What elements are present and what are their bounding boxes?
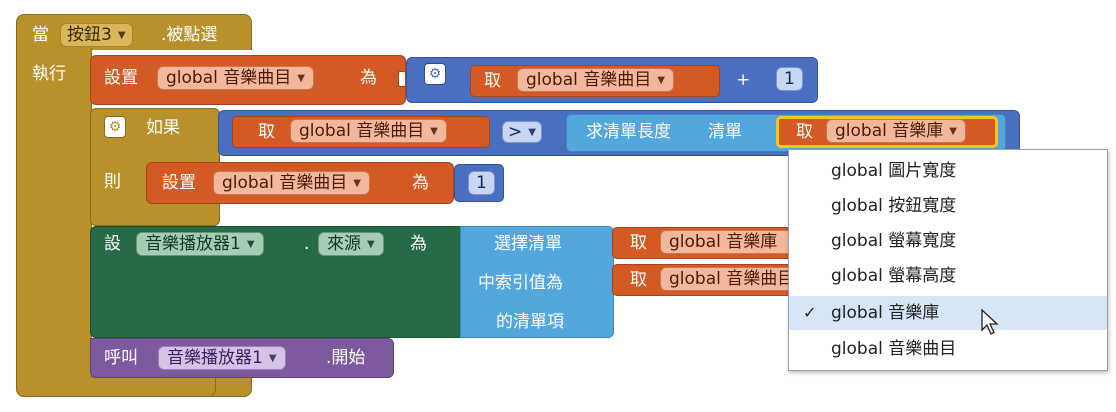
compare-operator-label: >	[508, 122, 523, 142]
gear-icon[interactable]: ⚙	[424, 63, 446, 85]
set-index-variable-label: global 音樂曲目	[166, 68, 292, 88]
get-list-variable-label: global 音樂庫	[835, 121, 944, 141]
event-body-left	[16, 48, 92, 378]
set-source-property-label: 來源	[327, 234, 361, 254]
set-source-dot-label: .	[304, 234, 310, 254]
set-index-variable-dropdown[interactable]: global 音樂曲目 ▼	[157, 66, 314, 90]
compare-variable-dropdown[interactable]: global 音樂曲目 ▼	[290, 119, 447, 143]
chevron-down-icon: ▼	[528, 127, 536, 138]
select-list-get-label: 取	[630, 233, 647, 253]
select-list-variable-label: global 音樂庫	[669, 232, 778, 252]
get-index-variable-dropdown[interactable]: global 音樂曲目 ▼	[517, 68, 674, 92]
call-label: 呼叫	[104, 348, 138, 368]
event-component-dropdown[interactable]: 按鈕3 ▼	[60, 23, 133, 47]
event-component-label: 按鈕3	[67, 25, 112, 45]
set-source-component-label: 音樂播放器1	[145, 234, 241, 254]
reset-to-label: 為	[412, 173, 429, 193]
dropdown-item[interactable]: global 螢幕寬度	[789, 224, 1107, 258]
select-line-2: 中索引值為	[478, 273, 563, 293]
list-length-label: 求清單長度	[586, 122, 671, 142]
chevron-down-icon: ▼	[367, 239, 375, 250]
dropdown-item-selected[interactable]: ✓ global 音樂庫	[789, 296, 1107, 330]
call-component-label: 音樂播放器1	[167, 348, 263, 368]
get-index-variable-label: global 音樂曲目	[526, 70, 652, 90]
dropdown-item[interactable]: global 圖片寬度	[789, 154, 1107, 188]
dropdown-item[interactable]: global 按鈕寬度	[789, 189, 1107, 223]
chevron-down-icon: ▼	[297, 73, 305, 84]
event-when-label: 當	[32, 25, 49, 45]
call-method-label: .開始	[326, 348, 366, 368]
reset-number-field[interactable]: 1	[468, 171, 495, 195]
list-list-label: 清單	[708, 122, 742, 142]
select-line-3: 的清單項	[496, 312, 564, 332]
dropdown-item[interactable]: global 螢幕高度	[789, 259, 1107, 293]
chevron-down-icon: ▼	[657, 75, 665, 86]
compare-variable-label: global 音樂曲目	[299, 121, 425, 141]
chevron-down-icon: ▼	[353, 178, 361, 189]
set-source-property-dropdown[interactable]: 來源 ▼	[318, 232, 384, 256]
then-label: 則	[104, 172, 121, 192]
reset-variable-label: global 音樂曲目	[222, 173, 348, 193]
compare-get-label: 取	[258, 122, 275, 142]
chevron-down-icon: ▼	[949, 126, 957, 137]
select-index-variable-dropdown[interactable]: global 音樂曲目	[660, 267, 790, 291]
select-index-get-label: 取	[630, 270, 647, 290]
reset-variable-dropdown[interactable]: global 音樂曲目 ▼	[213, 171, 370, 195]
get-list-get-label: 取	[796, 122, 813, 142]
set-source-set-label: 設	[104, 234, 121, 254]
call-component-dropdown[interactable]: 音樂播放器1 ▼	[158, 346, 286, 370]
chevron-down-icon: ▼	[268, 353, 277, 364]
reset-set-label: 設置	[162, 173, 196, 193]
chevron-down-icon: ▼	[430, 126, 438, 137]
checkmark-icon: ✓	[803, 303, 817, 322]
dropdown-item[interactable]: global 音樂曲目	[789, 332, 1107, 366]
select-line-1: 選擇清單	[494, 234, 562, 254]
chevron-down-icon: ▼	[117, 30, 126, 41]
chevron-down-icon: ▼	[246, 239, 255, 250]
select-list-variable-dropdown[interactable]: global 音樂庫	[660, 230, 790, 254]
get-list-variable-dropdown[interactable]: global 音樂庫 ▼	[826, 119, 966, 143]
variable-dropdown-menu: global 圖片寬度 global 按鈕寬度 global 螢幕寬度 glob…	[788, 149, 1108, 371]
socket-connector	[398, 71, 406, 87]
mouse-pointer-icon	[981, 308, 999, 335]
math-number-field[interactable]: 1	[776, 67, 803, 91]
get-index-get-label: 取	[484, 71, 501, 91]
set-index-set-label: 設置	[104, 68, 138, 88]
event-do-label: 執行	[32, 64, 66, 84]
select-index-variable-label: global 音樂曲目	[669, 269, 790, 289]
set-index-to-label: 為	[360, 68, 377, 88]
gear-icon[interactable]: ⚙	[104, 116, 126, 138]
compare-operator-dropdown[interactable]: > ▼	[502, 121, 542, 143]
set-source-to-label: 為	[410, 234, 427, 254]
if-label: 如果	[146, 118, 180, 138]
math-operator-label: +	[736, 70, 751, 90]
set-source-component-dropdown[interactable]: 音樂播放器1 ▼	[136, 232, 264, 256]
event-name-label: .被點選	[161, 25, 218, 45]
